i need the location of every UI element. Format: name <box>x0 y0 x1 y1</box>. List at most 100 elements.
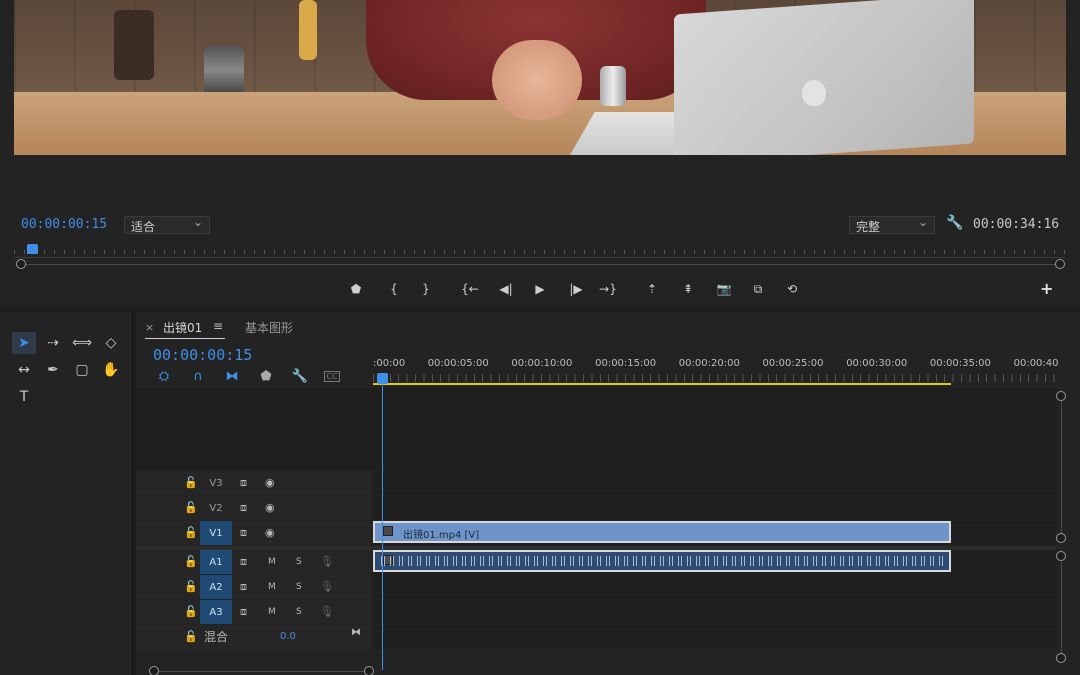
microphone-icon[interactable]: 🎙 <box>320 580 334 593</box>
linked-selection-icon[interactable]: ⧓ <box>222 367 242 385</box>
close-tab-icon[interactable]: × <box>145 321 154 334</box>
track-lane-mix[interactable] <box>373 625 1056 649</box>
timeline-horizontal-scrollbar[interactable] <box>154 671 370 672</box>
track-name-V1[interactable]: V1 <box>200 521 232 545</box>
lock-icon[interactable]: 🔓 <box>184 580 198 593</box>
timeline-ruler-ticks[interactable] <box>373 374 1056 382</box>
video-scroll-handle-bottom[interactable] <box>1056 533 1066 543</box>
play-icon[interactable]: ▶ <box>530 280 550 298</box>
playback-resolution-dropdown[interactable]: 完整 <box>849 215 935 234</box>
wrench-icon[interactable]: 🔧 <box>946 215 963 231</box>
toggle-proxies-icon[interactable]: ⟲ <box>782 280 802 298</box>
track-name-A2[interactable]: A2 <box>200 575 232 599</box>
video-hands <box>492 40 582 120</box>
lock-icon[interactable]: 🔓 <box>184 526 198 539</box>
sync-lock-icon[interactable]: ⧈ <box>240 476 247 490</box>
mark-out-icon[interactable]: } <box>416 280 436 298</box>
nest-icon[interactable]: ⛭ <box>154 367 174 385</box>
lock-icon[interactable]: 🔓 <box>184 555 198 568</box>
lock-icon[interactable]: 🔓 <box>184 605 198 618</box>
lock-icon[interactable]: 🔓 <box>184 501 198 514</box>
monitor-current-timecode[interactable]: 00:00:00:15 <box>21 217 107 232</box>
track-name-A3[interactable]: A3 <box>200 600 232 624</box>
track-lane-V3[interactable] <box>373 471 1056 495</box>
selection-tool-icon[interactable]: ➤ <box>12 332 36 354</box>
export-frame-icon[interactable]: 📷 <box>714 280 734 298</box>
mark-in-icon[interactable]: { <box>384 280 404 298</box>
active-tab-underline <box>145 338 225 339</box>
monitor-zoom-handle-left[interactable] <box>16 259 26 269</box>
eye-icon[interactable]: ◉ <box>265 501 275 514</box>
add-marker-icon[interactable]: ⬟ <box>256 367 276 385</box>
go-to-next-edit-icon[interactable]: ⧓ <box>351 627 361 638</box>
add-marker-icon[interactable]: ⬟ <box>346 280 366 298</box>
step-forward-icon[interactable]: |▶ <box>566 280 586 298</box>
tab-menu-icon[interactable]: ≡ <box>213 319 223 333</box>
go-to-out-icon[interactable]: →} <box>598 280 618 298</box>
zoom-level-dropdown[interactable]: 适合 <box>124 215 210 234</box>
clip-fx-badge-icon <box>383 526 393 536</box>
extract-icon[interactable]: ⇞ <box>678 280 698 298</box>
lock-icon[interactable]: 🔓 <box>184 630 198 643</box>
step-back-icon[interactable]: ◀| <box>496 280 516 298</box>
lift-icon[interactable]: ⇡ <box>642 280 662 298</box>
mute-button[interactable]: M <box>268 557 276 567</box>
track-header-mix: 🔓 混合 0.0 ⧓ <box>136 625 372 649</box>
timeline-current-timecode[interactable]: 00:00:00:15 <box>153 346 252 364</box>
mix-volume-value[interactable]: 0.0 <box>280 631 296 642</box>
compare-view-icon[interactable]: ⧉ <box>748 280 768 298</box>
monitor-playhead[interactable] <box>27 244 38 254</box>
work-area-bar[interactable] <box>373 383 951 385</box>
razor-tool-icon[interactable]: ◇ <box>99 332 123 354</box>
mute-button[interactable]: M <box>268 582 276 592</box>
microphone-icon[interactable]: 🎙 <box>320 555 334 568</box>
monitor-time-ruler[interactable] <box>14 244 1066 258</box>
video-scroll-handle-top[interactable] <box>1056 391 1066 401</box>
ruler-label: 00:00:10:00 <box>511 358 573 369</box>
tab-sequence-出镜01[interactable]: 出镜01 <box>163 319 202 336</box>
ripple-edit-tool-icon[interactable]: ⟺ <box>70 332 94 354</box>
sync-lock-icon[interactable]: ⧈ <box>240 526 247 540</box>
lock-icon[interactable]: 🔓 <box>184 476 198 489</box>
track-lane-A2[interactable] <box>373 575 1056 599</box>
video-preview[interactable] <box>14 0 1066 155</box>
track-name-A1[interactable]: A1 <box>200 550 232 574</box>
sync-lock-icon[interactable]: ⧈ <box>240 555 247 569</box>
timeline-settings-icon[interactable]: 🔧 <box>290 367 310 385</box>
eye-icon[interactable]: ◉ <box>265 526 275 539</box>
captions-icon[interactable]: CC <box>324 371 340 382</box>
audio-scroll-handle-bottom[interactable] <box>1056 653 1066 663</box>
mute-button[interactable]: M <box>268 607 276 617</box>
video-clip[interactable]: 出镜01.mp4 [V] <box>373 521 951 543</box>
solo-button[interactable]: S <box>296 582 302 592</box>
snap-icon[interactable]: ∩ <box>188 367 208 385</box>
button-editor-add-button[interactable]: + <box>1040 279 1053 298</box>
type-tool-icon[interactable]: T <box>12 386 36 408</box>
timeline-hscroll-handle-left[interactable] <box>149 666 159 675</box>
monitor-zoom-handle-right[interactable] <box>1055 259 1065 269</box>
track-lane-V2[interactable] <box>373 496 1056 520</box>
track-select-tool-icon[interactable]: ⇢ <box>41 332 65 354</box>
sync-lock-icon[interactable]: ⧈ <box>240 501 247 515</box>
solo-button[interactable]: S <box>296 607 302 617</box>
video-tracks-scrollbar[interactable] <box>1061 400 1062 540</box>
microphone-icon[interactable]: 🎙 <box>320 605 334 618</box>
track-lane-A3[interactable] <box>373 600 1056 624</box>
pen-tool-icon[interactable]: ✒ <box>41 359 65 381</box>
sync-lock-icon[interactable]: ⧈ <box>240 580 247 594</box>
audio-scroll-handle-top[interactable] <box>1056 551 1066 561</box>
audio-tracks-scrollbar[interactable] <box>1061 562 1062 654</box>
timeline-playhead-line[interactable] <box>382 380 383 670</box>
timeline-hscroll-handle-right[interactable] <box>364 666 374 675</box>
slip-tool-icon[interactable]: ↔ <box>12 359 36 381</box>
go-to-in-icon[interactable]: {← <box>460 280 480 298</box>
sync-lock-icon[interactable]: ⧈ <box>240 605 247 619</box>
solo-button[interactable]: S <box>296 557 302 567</box>
track-name-V2[interactable]: V2 <box>200 496 232 520</box>
eye-icon[interactable]: ◉ <box>265 476 275 489</box>
track-name-V3[interactable]: V3 <box>200 471 232 495</box>
rectangle-tool-icon[interactable]: ▢ <box>70 359 94 381</box>
audio-clip[interactable] <box>373 550 951 572</box>
hand-tool-icon[interactable]: ✋ <box>99 359 123 381</box>
tab-essential-graphics[interactable]: 基本图形 <box>245 319 293 336</box>
